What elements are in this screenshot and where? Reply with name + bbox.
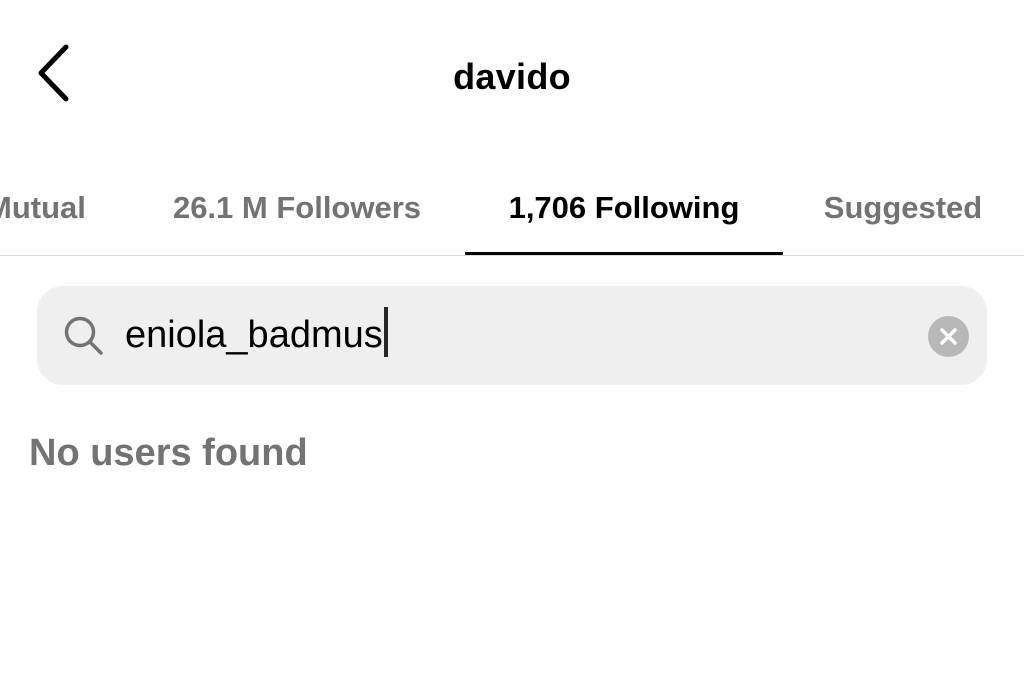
tabs-divider bbox=[0, 255, 1024, 256]
tab-followers[interactable]: 26.1 M Followers bbox=[142, 160, 452, 256]
tab-suggested[interactable]: Suggested bbox=[795, 160, 1011, 256]
search-icon bbox=[64, 316, 103, 355]
clear-search-button[interactable] bbox=[928, 316, 969, 357]
search-input[interactable]: eniola_badmus bbox=[125, 305, 388, 365]
clear-icon bbox=[940, 328, 957, 345]
profile-username-title: davido bbox=[453, 56, 571, 97]
text-cursor bbox=[383, 307, 388, 357]
tab-mutual[interactable]: Mutual bbox=[0, 160, 110, 256]
following-screen: davido Mutual 26.1 M Followers 1,706 Fol… bbox=[0, 0, 1024, 679]
follow-tabs: Mutual 26.1 M Followers 1,706 Following … bbox=[0, 160, 1024, 256]
no-results-message: No users found bbox=[29, 432, 308, 474]
tab-following[interactable]: 1,706 Following bbox=[465, 160, 783, 256]
search-query-text: eniola_badmus bbox=[125, 314, 383, 356]
